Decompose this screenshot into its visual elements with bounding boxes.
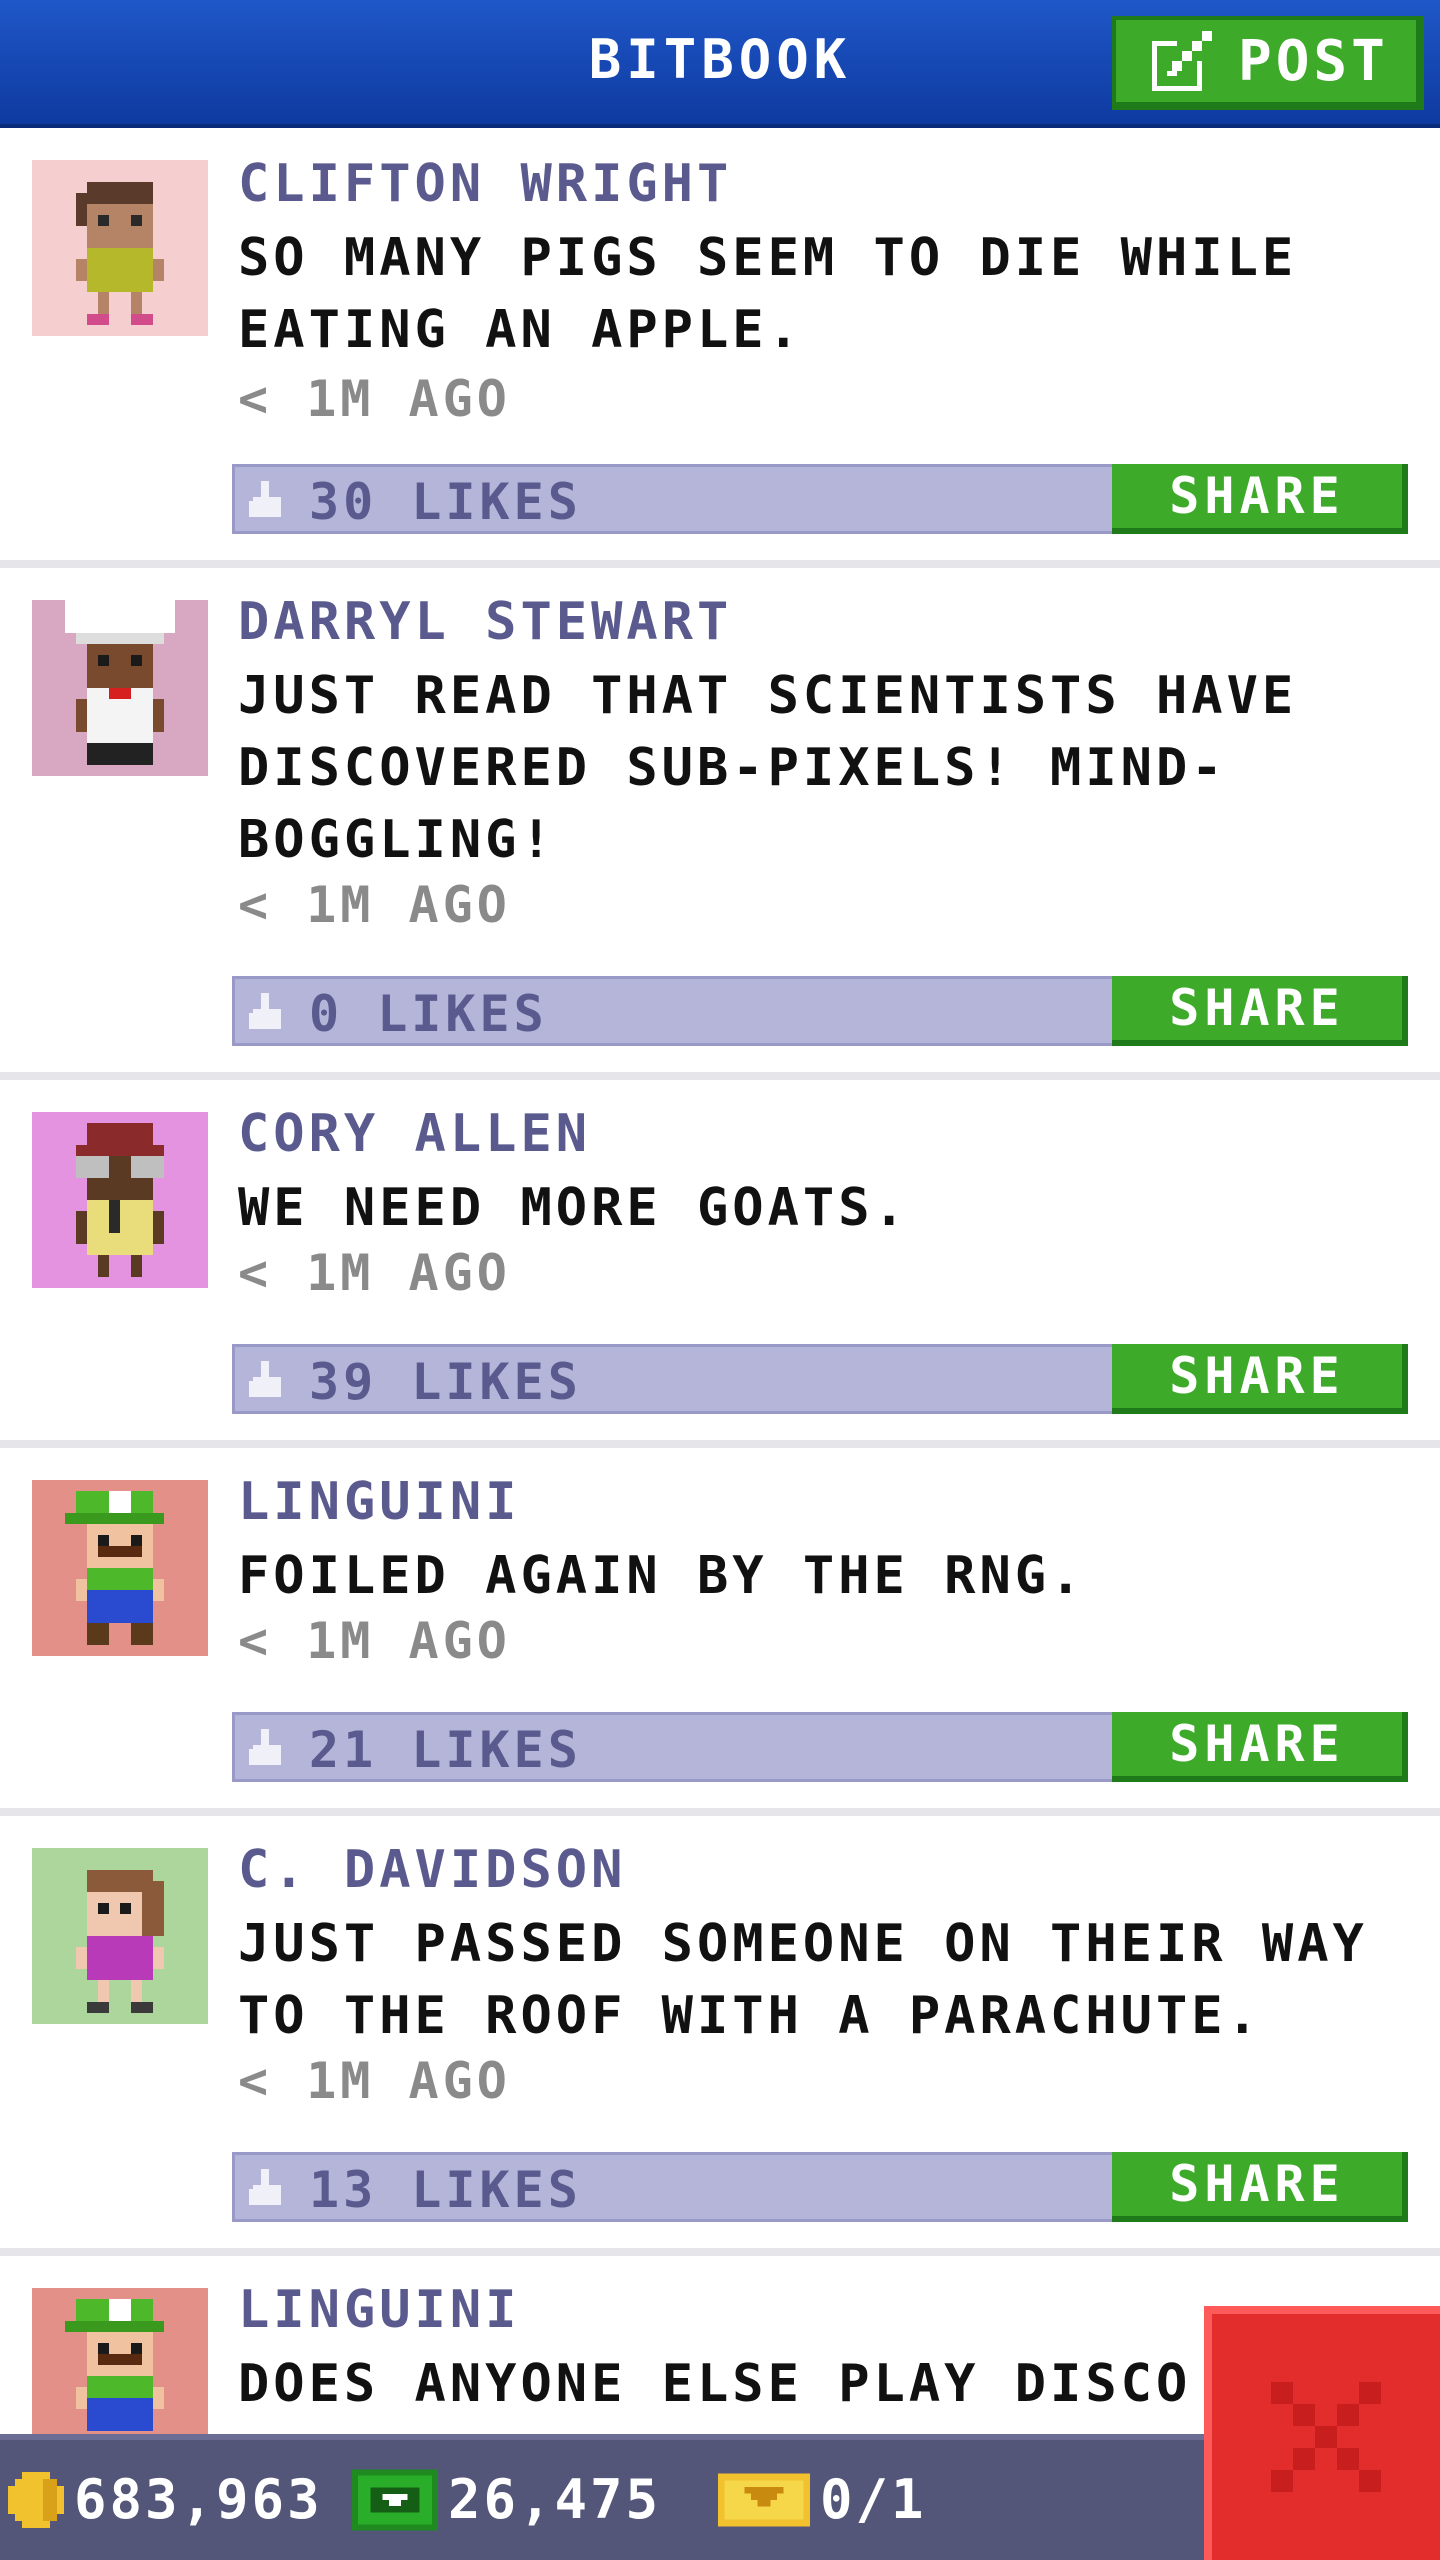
avatar[interactable] xyxy=(32,1112,208,1288)
feed-post: LINGUINI FOILED AGAIN BY THE RNG. < 1M A… xyxy=(0,1448,1440,1808)
avatar[interactable] xyxy=(32,160,208,336)
avatar[interactable] xyxy=(32,2288,208,2434)
share-button[interactable]: SHARE xyxy=(1112,1712,1408,1782)
feed-post: CORY ALLEN WE NEED MORE GOATS. < 1M AGO … xyxy=(0,1080,1440,1440)
avatar[interactable] xyxy=(32,1480,208,1656)
close-icon xyxy=(1271,2382,1381,2492)
post-author[interactable]: LINGUINI xyxy=(238,1472,520,1532)
ticket-icon xyxy=(718,2473,810,2526)
close-button[interactable] xyxy=(1204,2306,1440,2560)
like-count: 39 LIKES xyxy=(309,1353,582,1411)
share-button[interactable]: SHARE xyxy=(1112,1344,1408,1414)
post-timestamp: < 1M AGO xyxy=(238,2052,511,2110)
feed-post: DARRYL STEWART JUST READ THAT SCIENTISTS… xyxy=(0,568,1440,1072)
feed-post: C. DAVIDSON JUST PASSED SOMEONE ON THEIR… xyxy=(0,1816,1440,2248)
feed-post: CLIFTON WRIGHT SO MANY PIGS SEEM TO DIE … xyxy=(0,132,1440,560)
bux-stat: 26,475 xyxy=(352,2468,661,2531)
tickets-stat: 0/1 xyxy=(718,2468,927,2531)
like-bar[interactable]: 39 LIKES SHARE xyxy=(232,1344,1408,1414)
like-count: 30 LIKES xyxy=(309,473,582,531)
share-button[interactable]: SHARE xyxy=(1112,464,1408,534)
like-count: 13 LIKES xyxy=(309,2161,582,2219)
thumbs-up-icon xyxy=(249,1729,281,1765)
coin-icon xyxy=(8,2471,64,2528)
like-count: 0 LIKES xyxy=(309,985,548,1043)
thumbs-up-icon xyxy=(249,993,281,1029)
thumbs-up-icon xyxy=(249,481,281,517)
share-button[interactable]: SHARE xyxy=(1112,976,1408,1046)
compose-icon xyxy=(1152,31,1212,91)
tickets-value: 0/1 xyxy=(820,2468,927,2531)
post-message: FOILED AGAIN BY THE RNG. xyxy=(238,1546,1086,1606)
post-button-label: POST xyxy=(1238,28,1389,94)
post-author[interactable]: C. DAVIDSON xyxy=(238,1840,626,1900)
like-bar[interactable]: 0 LIKES SHARE xyxy=(232,976,1408,1046)
like-bar[interactable]: 30 LIKES SHARE xyxy=(232,464,1408,534)
post-timestamp: < 1M AGO xyxy=(238,876,511,934)
cash-icon xyxy=(352,2468,438,2531)
post-divider xyxy=(0,1072,1440,1080)
post-divider xyxy=(0,2248,1440,2256)
like-count: 21 LIKES xyxy=(309,1721,582,1779)
post-message: JUST READ THAT SCIENTISTS HAVE DISCOVERE… xyxy=(238,666,1298,870)
post-author[interactable]: DARRYL STEWART xyxy=(238,592,732,652)
post-button[interactable]: POST xyxy=(1112,16,1424,110)
post-divider xyxy=(0,1808,1440,1816)
post-divider xyxy=(0,560,1440,568)
like-bar[interactable]: 21 LIKES SHARE xyxy=(232,1712,1408,1782)
post-timestamp: < 1M AGO xyxy=(238,370,511,428)
coins-value: 683,963 xyxy=(74,2468,323,2531)
post-timestamp: < 1M AGO xyxy=(238,1612,511,1670)
post-timestamp: < 1M AGO xyxy=(238,1244,511,1302)
post-message: JUST PASSED SOMEONE ON THEIR WAY TO THE … xyxy=(238,1914,1368,2046)
avatar[interactable] xyxy=(32,600,208,776)
post-divider xyxy=(0,1440,1440,1448)
thumbs-up-icon xyxy=(249,1361,281,1397)
bux-value: 26,475 xyxy=(448,2468,662,2531)
share-button[interactable]: SHARE xyxy=(1112,2152,1408,2222)
post-author[interactable]: CLIFTON WRIGHT xyxy=(238,154,732,214)
coins-stat: 683,963 xyxy=(8,2468,323,2531)
thumbs-up-icon xyxy=(249,2169,281,2205)
post-author[interactable]: LINGUINI xyxy=(238,2280,520,2340)
like-bar[interactable]: 13 LIKES SHARE xyxy=(232,2152,1408,2222)
post-author[interactable]: CORY ALLEN xyxy=(238,1104,591,1164)
app-header: BITBOOK POST xyxy=(0,0,1440,128)
avatar[interactable] xyxy=(32,1848,208,2024)
post-message: WE NEED MORE GOATS. xyxy=(238,1178,909,1238)
post-message: SO MANY PIGS SEEM TO DIE WHILE EATING AN… xyxy=(238,228,1298,360)
